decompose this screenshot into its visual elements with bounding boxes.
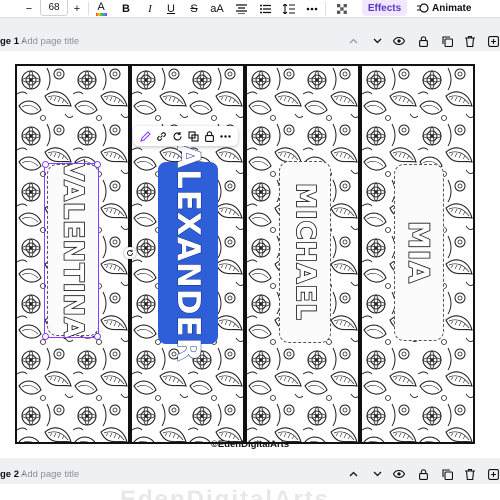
more-icon: [220, 134, 232, 138]
bookmark-alexander[interactable]: ALEXANDER: [130, 64, 245, 444]
page-2-canvas[interactable]: EdenDigitalArts: [0, 484, 500, 500]
effects-button[interactable]: Effects: [362, 0, 407, 16]
resize-handle[interactable]: [94, 161, 101, 168]
name-plate[interactable]: MICHAEL: [279, 161, 331, 343]
rotate-handle[interactable]: [124, 247, 136, 259]
lock-icon: [418, 468, 428, 480]
edit-icon: [139, 130, 151, 142]
align-button[interactable]: [234, 0, 248, 17]
name-text[interactable]: MIA: [402, 220, 437, 285]
spacing-button[interactable]: [282, 0, 296, 17]
case-button[interactable]: aA: [208, 0, 226, 17]
lock-page-button[interactable]: [416, 34, 430, 48]
selection-box[interactable]: [42, 161, 101, 340]
more-options-button[interactable]: [220, 130, 232, 142]
rotate-button[interactable]: [171, 130, 183, 142]
resize-handle[interactable]: [42, 161, 49, 168]
page-2-watermark: EdenDigitalArts: [120, 486, 331, 500]
lock-icon: [418, 35, 428, 47]
resize-handle[interactable]: [94, 333, 101, 340]
rotate-icon: [173, 131, 182, 140]
page-title-input[interactable]: Add page title: [21, 469, 79, 480]
chevron-up-icon: [349, 471, 357, 477]
copy-icon: [441, 35, 453, 47]
text-color-button[interactable]: A: [93, 0, 109, 17]
eye-icon: [393, 470, 405, 478]
spacing-icon: [283, 3, 295, 14]
resize-handle[interactable]: [42, 333, 49, 340]
more-icon: [306, 7, 318, 10]
lock-icon: [205, 130, 215, 142]
trash-icon: [465, 468, 475, 480]
decrease-font-button[interactable]: −: [22, 0, 36, 17]
move-page-down-button[interactable]: [370, 34, 384, 48]
text-toolbar: − 68 + A B I U S aA Effects Animate: [0, 0, 500, 18]
duplicate-page-button[interactable]: [440, 467, 454, 481]
rotate-icon: [127, 249, 133, 256]
name-plate[interactable]: MIA: [394, 164, 444, 341]
trash-icon: [465, 35, 475, 47]
more-text-options-button[interactable]: [305, 0, 319, 17]
increase-font-button[interactable]: +: [70, 0, 84, 17]
group-icon: [188, 130, 199, 142]
page-1-header: ge 1 - Add page title: [0, 31, 500, 51]
toolbar-divider: [325, 2, 326, 15]
toolbar-divider: [88, 2, 89, 15]
animate-label: Animate: [432, 2, 472, 14]
bookmark-mia[interactable]: MIA: [360, 64, 475, 444]
name-plate-highlighted[interactable]: ALEXANDER: [158, 143, 218, 363]
font-size-input[interactable]: 68: [40, 0, 68, 16]
hide-page-button[interactable]: [392, 34, 406, 48]
delete-page-button[interactable]: [463, 34, 477, 48]
name-text[interactable]: ALEXANDER: [170, 143, 207, 363]
move-page-up-button[interactable]: [346, 467, 360, 481]
link-button[interactable]: [155, 130, 167, 142]
chevron-up-icon: [349, 38, 357, 44]
lock-element-button[interactable]: [204, 130, 216, 142]
copyright-text: ©EdenDigitalArts: [210, 439, 290, 450]
move-page-down-button[interactable]: [370, 467, 384, 481]
name-text[interactable]: MICHAEL: [289, 182, 321, 321]
bookmark-michael[interactable]: MICHAEL: [245, 64, 360, 444]
add-page-icon: [487, 35, 499, 47]
page-number: ge 2: [0, 468, 20, 480]
page-title-input[interactable]: Add page title: [21, 36, 79, 47]
chevron-down-icon: [373, 38, 381, 44]
animate-icon: [417, 3, 429, 13]
animate-button[interactable]: Animate: [417, 0, 471, 16]
transparency-icon: [337, 3, 347, 14]
copy-icon: [441, 468, 453, 480]
lock-page-button[interactable]: [416, 467, 430, 481]
page-number: ge 1: [0, 35, 20, 47]
edit-button[interactable]: [139, 130, 151, 142]
delete-page-button[interactable]: [463, 467, 477, 481]
add-page-button[interactable]: [486, 34, 500, 48]
strikethrough-button[interactable]: S: [187, 0, 201, 17]
page-2-header: ge 2 - Add page title: [0, 464, 500, 484]
add-page-icon: [487, 468, 499, 480]
color-bar: [95, 12, 107, 16]
duplicate-page-button[interactable]: [440, 34, 454, 48]
move-page-up-button[interactable]: [346, 34, 360, 48]
group-button[interactable]: [188, 130, 200, 142]
italic-button[interactable]: I: [143, 0, 157, 17]
list-button[interactable]: [258, 0, 272, 17]
hide-page-button[interactable]: [392, 467, 406, 481]
bold-button[interactable]: B: [119, 0, 133, 17]
underline-button[interactable]: U: [164, 0, 178, 17]
align-icon: [235, 3, 247, 14]
list-icon: [259, 4, 271, 13]
link-icon: [156, 131, 166, 141]
element-floating-toolbar: [133, 126, 238, 146]
eye-icon: [393, 37, 405, 45]
add-page-button[interactable]: [486, 467, 500, 481]
text-color-icon: A: [97, 0, 105, 13]
chevron-down-icon: [373, 471, 381, 477]
transparency-button[interactable]: [335, 0, 349, 17]
